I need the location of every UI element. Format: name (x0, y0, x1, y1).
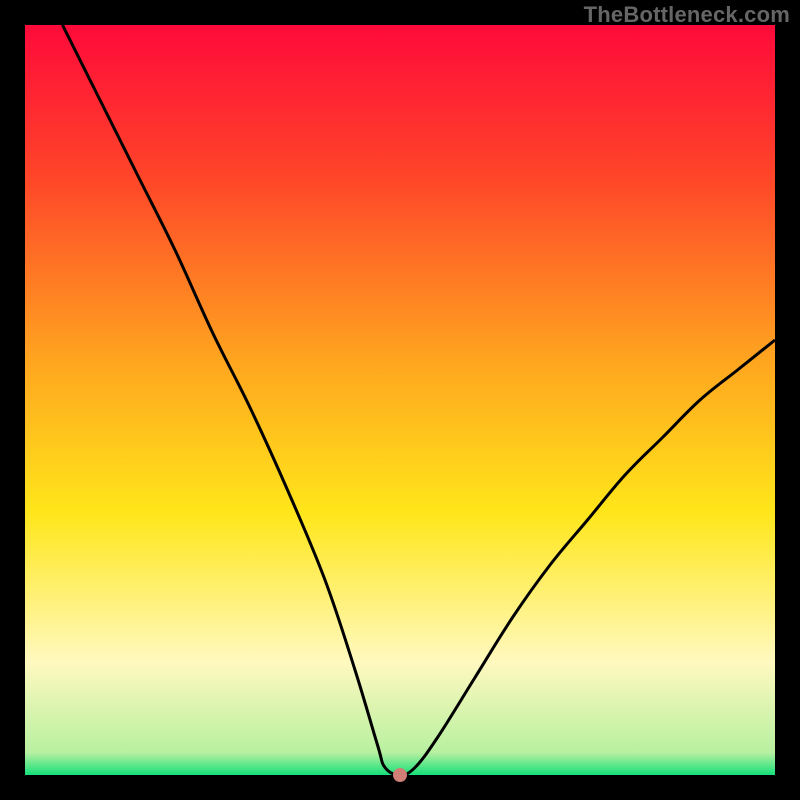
watermark-text: TheBottleneck.com (584, 2, 790, 28)
chart-frame: TheBottleneck.com (0, 0, 800, 800)
optimal-point-marker (393, 768, 407, 782)
bottleneck-chart (25, 25, 775, 775)
plot-background (25, 25, 775, 775)
